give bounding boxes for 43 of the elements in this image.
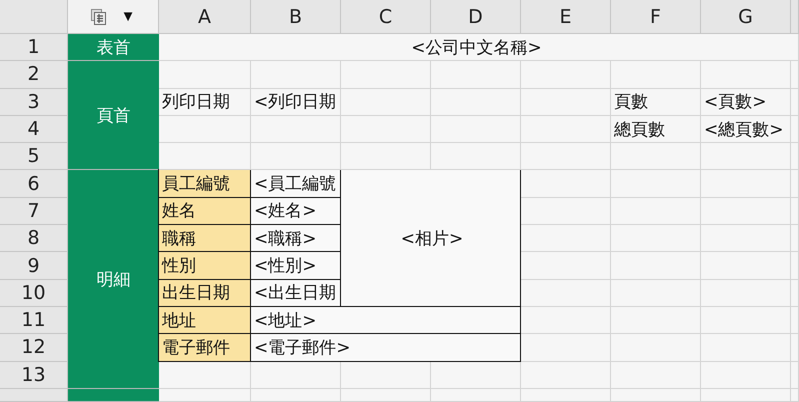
column-header[interactable]: G [701, 0, 791, 34]
table-cell: 頁數 [611, 88, 701, 116]
select-all-button[interactable]: ▼ [68, 0, 159, 34]
row-header[interactable]: 1 [0, 34, 68, 62]
row-header[interactable]: 11 [0, 306, 68, 334]
section-label: 頁首 [68, 61, 159, 170]
corner-header[interactable] [0, 0, 68, 34]
column-header[interactable]: E [521, 0, 611, 34]
column-header[interactable]: C [341, 0, 431, 34]
row-header[interactable]: 6 [0, 170, 68, 198]
table-cell: <頁數> [701, 88, 791, 116]
section-label: 表首 [68, 34, 159, 62]
column-header[interactable]: B [251, 0, 341, 34]
row-header[interactable]: 8 [0, 225, 68, 252]
row-header[interactable]: 7 [0, 198, 68, 226]
sheets-icon [90, 8, 107, 24]
row-header[interactable]: 4 [0, 116, 68, 144]
column-header[interactable] [791, 0, 799, 34]
column-header[interactable]: D [431, 0, 521, 34]
field-label: 職稱 [158, 224, 251, 252]
section-label: 明細 [68, 170, 159, 389]
field-label: 員工編號 [158, 169, 251, 198]
sheet-title: <公司中文名稱> [159, 34, 791, 62]
row-header[interactable]: 3 [0, 88, 68, 116]
row-header[interactable]: 9 [0, 252, 68, 280]
row-header[interactable]: 2 [0, 61, 68, 89]
column-header[interactable]: F [611, 0, 701, 34]
field-label: 姓名 [158, 196, 251, 226]
table-cell: <總頁數> [701, 116, 791, 144]
field-label: 電子郵件 [158, 333, 251, 362]
field-label: 地址 [158, 306, 251, 334]
field-value: <電子郵件> [250, 333, 521, 362]
row-header[interactable]: 5 [0, 143, 68, 170]
table-cell: 列印日期 [159, 88, 251, 116]
field-label: 出生日期 [158, 278, 251, 307]
field-label: 性別 [158, 251, 251, 280]
row-header[interactable]: 13 [0, 362, 68, 389]
row-header[interactable]: 12 [0, 334, 68, 362]
row-header[interactable]: 10 [0, 280, 68, 307]
row-header[interactable] [0, 388, 68, 402]
column-header[interactable]: A [159, 0, 251, 34]
table-cell: 總頁數 [611, 116, 701, 144]
table-cell: <列印日期 [251, 88, 341, 116]
